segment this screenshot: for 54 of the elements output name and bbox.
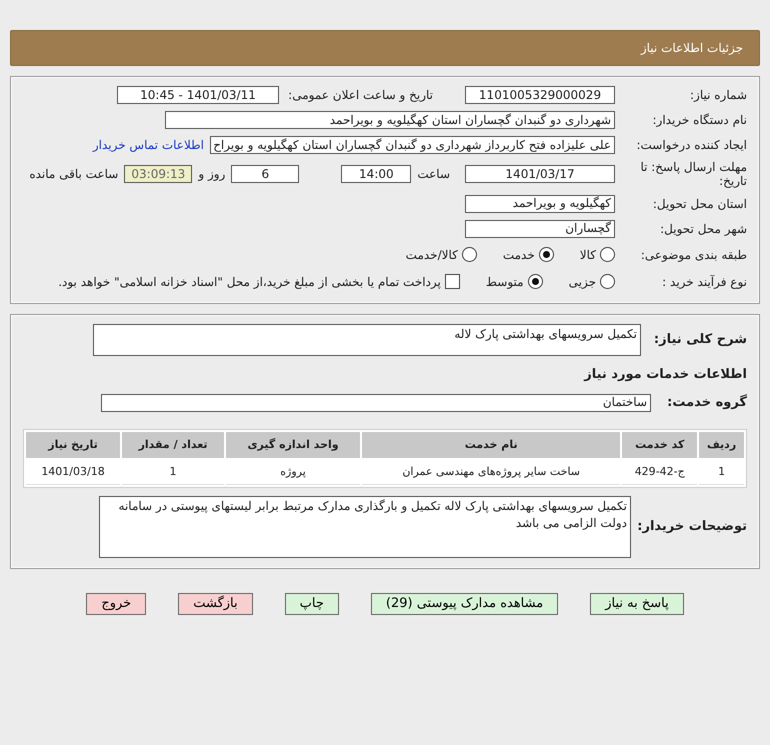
field-label: نام دستگاه خریدار:	[652, 112, 747, 128]
action-button[interactable]: خروج	[86, 592, 146, 615]
time-label: ساعت	[417, 167, 450, 182]
days-label: روز و	[198, 167, 226, 182]
field-label: مهلت ارسال پاسخ: تا تاریخ:	[639, 160, 747, 189]
action-button[interactable]: پاسخ به نیاز	[590, 592, 684, 615]
action-button[interactable]: چاپ	[284, 592, 339, 615]
column-header: واحد اندازه گیری	[226, 432, 360, 458]
column-header: تعداد / مقدار	[122, 432, 224, 458]
deadline-time-field: 14:00	[341, 165, 412, 184]
radio-button[interactable]	[528, 274, 543, 290]
action-button[interactable]: مشاهده مدارک پیوستی (29)	[370, 592, 558, 615]
field-label: استان محل تحویل:	[652, 196, 747, 211]
column-header: نام خدمت	[362, 432, 620, 458]
field-label: ایجاد کننده درخواست:	[635, 138, 747, 152]
radio-button[interactable]	[600, 247, 615, 262]
radio-label: جزیی	[568, 274, 596, 289]
buyer-org-field: شهرداری دو گنبدان گچساران استان کهگیلویه و بویراحمد	[165, 111, 615, 129]
deadline-date-field: 1401/03/17	[465, 165, 615, 184]
field-label: نوع فرآیند خرید :	[661, 274, 747, 289]
radio-button[interactable]	[538, 247, 554, 262]
remaining-time-field: 03:09:13	[124, 165, 192, 184]
buyer-notes-field: تکمیل سرویسهای بهداشتی پارک لاله تکمیل و بارگذاری مدارک مرتبط برابر لیستهای پیوستی در سامانه دولت الزامی می باشد	[99, 496, 631, 558]
need-number-field: 1101005329000029	[465, 86, 615, 104]
checkbox-label: پرداخت تمام یا بخشی از مبلغ خرید،از محل "اسناد خزانه اسلامی" خواهد بود.	[58, 274, 441, 289]
city-field: گچساران	[465, 220, 615, 238]
field-label: گروه خدمت:	[666, 394, 747, 411]
field-label: شماره نیاز:	[689, 88, 747, 102]
field-label: شهر محل تحویل:	[659, 222, 747, 236]
requester-field: علی علیزاده فتح کاربرداز شهرداری دو گنبدان گچساران استان کهگیلویه و بویراح	[210, 136, 615, 154]
radio-label: متوسط	[486, 274, 524, 289]
radio-button[interactable]	[600, 274, 615, 290]
description-field: تکمیل سرویسهای بهداشتی پارک لاله	[93, 324, 641, 356]
checkbox[interactable]	[444, 274, 460, 290]
field-label: طبقه بندی موضوعی:	[640, 248, 747, 262]
radio-label: کالا	[580, 248, 596, 262]
field-label: تاریخ و ساعت اعلان عمومی:	[287, 88, 433, 102]
field-label: توضیحات خریدار:	[637, 518, 747, 535]
field-label: شرح کلی نیاز:	[652, 332, 747, 348]
province-field: کهگیلویه و بویراحمد	[465, 194, 615, 213]
service-group-field: ساختمان	[101, 394, 651, 412]
contact-info-link[interactable]: اطلاعات تماس خریدار	[92, 138, 204, 152]
action-button[interactable]: بازگشت	[178, 592, 253, 615]
radio-button[interactable]	[462, 247, 477, 262]
column-header: تاریخ نیاز	[26, 432, 120, 458]
header-title: جزئیات اطلاعات نیاز	[640, 41, 743, 55]
section-heading: اطلاعات خدمات مورد نیاز	[582, 366, 747, 383]
remaining-label: ساعت باقی مانده	[29, 167, 118, 182]
announce-date-field: 1401/03/11 - 10:45	[117, 86, 279, 104]
column-header: ردیف	[699, 432, 744, 458]
radio-label: خدمت	[502, 248, 535, 262]
days-field: 6	[231, 165, 300, 184]
radio-label: کالا/خدمت	[406, 248, 458, 262]
column-header: کد خدمت	[622, 432, 698, 458]
